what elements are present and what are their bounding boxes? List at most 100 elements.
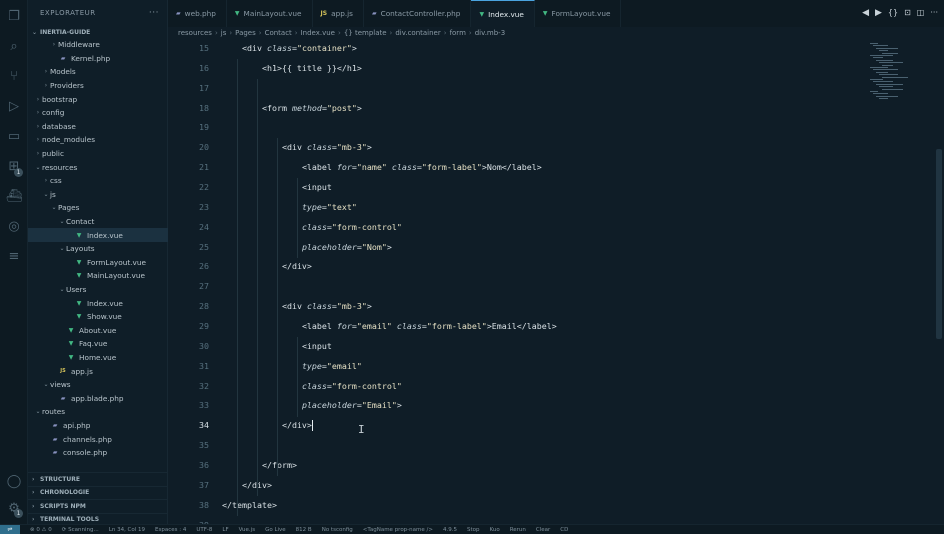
- open-preview-icon[interactable]: ⊡: [904, 8, 911, 18]
- code-line[interactable]: [222, 277, 872, 297]
- code-line[interactable]: </div>: [222, 257, 872, 277]
- breadcrumb-segment[interactable]: resources: [178, 29, 212, 37]
- code-line[interactable]: <input: [222, 178, 872, 198]
- code-line[interactable]: class="form-control": [222, 377, 872, 397]
- breadcrumb-segment[interactable]: Pages: [235, 29, 256, 37]
- code-editor[interactable]: 15 16 17 18 19 20 21 22 23 24 25 26 27 28 29 30 31 32 33 34…: [168, 39, 944, 524]
- tree-file[interactable]: ▼ Home.vue: [28, 351, 168, 365]
- breadcrumb-segment[interactable]: div.container: [395, 29, 440, 37]
- tree-folder[interactable]: › Providers: [28, 79, 168, 93]
- tree-folder[interactable]: ⌄ routes: [28, 405, 168, 419]
- tree-folder[interactable]: › Middleware: [28, 38, 168, 52]
- testing-icon[interactable]: ◎: [6, 218, 22, 234]
- status-item[interactable]: Rerun: [510, 527, 526, 533]
- status-item[interactable]: 4.9.5: [443, 527, 457, 533]
- code-line[interactable]: placeholder="Nom">: [222, 238, 872, 258]
- braces-icon[interactable]: {}: [888, 8, 898, 18]
- status-item[interactable]: Go Live: [265, 527, 286, 533]
- code-line[interactable]: <div class="mb-3">: [222, 297, 872, 317]
- tree-file[interactable]: ▼ Show.vue: [28, 310, 168, 324]
- status-item[interactable]: LF: [222, 527, 228, 533]
- tree-folder[interactable]: ⌄ Contact: [28, 215, 168, 229]
- panel-structure[interactable]: › STRUCTURE: [28, 472, 168, 486]
- tree-folder[interactable]: ⌄ Pages: [28, 201, 168, 215]
- code-line[interactable]: [222, 516, 872, 524]
- tree-folder[interactable]: ⌄ resources: [28, 160, 168, 174]
- status-item[interactable]: Kuo: [490, 527, 500, 533]
- tab-index-vue[interactable]: ▼ Index.vue: [471, 0, 535, 27]
- tab-contactcontroller-php[interactable]: ▰ ContactController.php: [364, 0, 472, 27]
- code-content[interactable]: <div class="container"> <h1>{{ title }}<…: [222, 39, 872, 524]
- tree-file[interactable]: ▼ Index.vue: [28, 228, 168, 242]
- tab-mainlayout-vue[interactable]: ▼ MainLayout.vue: [227, 0, 313, 27]
- status-item[interactable]: Ln 34, Col 19: [109, 527, 145, 533]
- source-control-icon[interactable]: ⑂: [6, 68, 22, 84]
- status-item[interactable]: Clear: [536, 527, 550, 533]
- code-line[interactable]: <input: [222, 337, 872, 357]
- code-line[interactable]: </div>: [222, 476, 872, 496]
- tree-folder[interactable]: › css: [28, 174, 168, 188]
- code-line[interactable]: type="text": [222, 198, 872, 218]
- files-icon[interactable]: ❐: [6, 8, 22, 24]
- vertical-scrollbar[interactable]: [936, 149, 942, 339]
- split-editor-icon[interactable]: ◫: [917, 8, 925, 18]
- tree-folder[interactable]: ⌄ views: [28, 378, 168, 392]
- code-line[interactable]: <form method="post">: [222, 99, 872, 119]
- code-line[interactable]: <h1>{{ title }}</h1>: [222, 59, 872, 79]
- tree-file[interactable]: ▰ api.php: [28, 419, 168, 433]
- code-line[interactable]: class="form-control": [222, 218, 872, 238]
- more-editor-actions-icon[interactable]: ···: [930, 8, 938, 18]
- tab-formlayout-vue[interactable]: ▼ FormLayout.vue: [535, 0, 622, 27]
- status-item[interactable]: UTF-8: [196, 527, 212, 533]
- status-item[interactable]: Espaces : 4: [155, 527, 186, 533]
- panel-scripts-npm[interactable]: › SCRIPTS NPM: [28, 499, 168, 513]
- status-item[interactable]: ⊗ 0 ⚠ 0: [30, 527, 52, 533]
- tree-folder[interactable]: › config: [28, 106, 168, 120]
- go-back-icon[interactable]: ◀: [862, 8, 869, 18]
- code-line[interactable]: placeholder="Email">: [222, 396, 872, 416]
- tree-file[interactable]: ▼ About.vue: [28, 323, 168, 337]
- workspace-section[interactable]: ⌄ INERTIA-GUIDE: [28, 26, 168, 38]
- account-icon[interactable]: ◯: [6, 473, 22, 489]
- code-line[interactable]: [222, 436, 872, 456]
- tab-app-js[interactable]: JS app.js: [313, 0, 364, 27]
- status-item[interactable]: CD: [560, 527, 568, 533]
- tree-file[interactable]: JS app.js: [28, 364, 168, 378]
- tab-web-php[interactable]: ▰ web.php: [168, 0, 227, 27]
- status-item[interactable]: Stop: [467, 527, 480, 533]
- breadcrumb-segment[interactable]: js: [221, 29, 227, 37]
- panel-chronologie[interactable]: › CHRONOLOGIE: [28, 485, 168, 500]
- tree-file[interactable]: ▼ Faq.vue: [28, 337, 168, 351]
- database-icon[interactable]: ≡: [6, 248, 22, 264]
- status-item[interactable]: Vue.js: [239, 527, 255, 533]
- search-icon[interactable]: ⌕: [6, 38, 22, 54]
- tree-folder[interactable]: ⌄ js: [28, 188, 168, 202]
- tree-folder[interactable]: ⌄ Layouts: [28, 242, 168, 256]
- status-item[interactable]: 812 B: [296, 527, 312, 533]
- status-item[interactable]: <TagName prop-name />: [363, 527, 433, 533]
- run-debug-icon[interactable]: ▷: [6, 98, 22, 114]
- breadcrumb-segment[interactable]: form: [450, 29, 466, 37]
- status-item[interactable]: ⟳ Scanning...: [62, 527, 99, 533]
- tree-file[interactable]: ▰ console.php: [28, 446, 168, 460]
- tree-file[interactable]: ▼ MainLayout.vue: [28, 269, 168, 283]
- tree-folder[interactable]: › public: [28, 147, 168, 161]
- code-line[interactable]: type="email": [222, 357, 872, 377]
- breadcrumb-segment[interactable]: Index.vue: [301, 29, 335, 37]
- code-line[interactable]: <label for="name" class="form-label">Nom…: [222, 158, 872, 178]
- tree-folder[interactable]: ⌄ Users: [28, 283, 168, 297]
- code-line[interactable]: <label for="email" class="form-label">Em…: [222, 317, 872, 337]
- code-line[interactable]: </template>: [222, 496, 872, 516]
- go-forward-icon[interactable]: ▶: [875, 8, 882, 18]
- tree-file[interactable]: ▰ app.blade.php: [28, 391, 168, 405]
- tree-folder[interactable]: › Models: [28, 65, 168, 79]
- minimap[interactable]: [868, 39, 938, 119]
- code-line[interactable]: </div>: [222, 416, 872, 436]
- docker-icon[interactable]: ⛴: [6, 188, 23, 204]
- status-item[interactable]: No tsconfig: [322, 527, 353, 533]
- code-line[interactable]: [222, 118, 872, 138]
- remote-explorer-icon[interactable]: ▭: [6, 128, 22, 144]
- more-actions-icon[interactable]: ···: [149, 8, 159, 18]
- breadcrumb-segment[interactable]: Contact: [265, 29, 292, 37]
- remote-indicator-icon[interactable]: ⇌: [0, 524, 20, 534]
